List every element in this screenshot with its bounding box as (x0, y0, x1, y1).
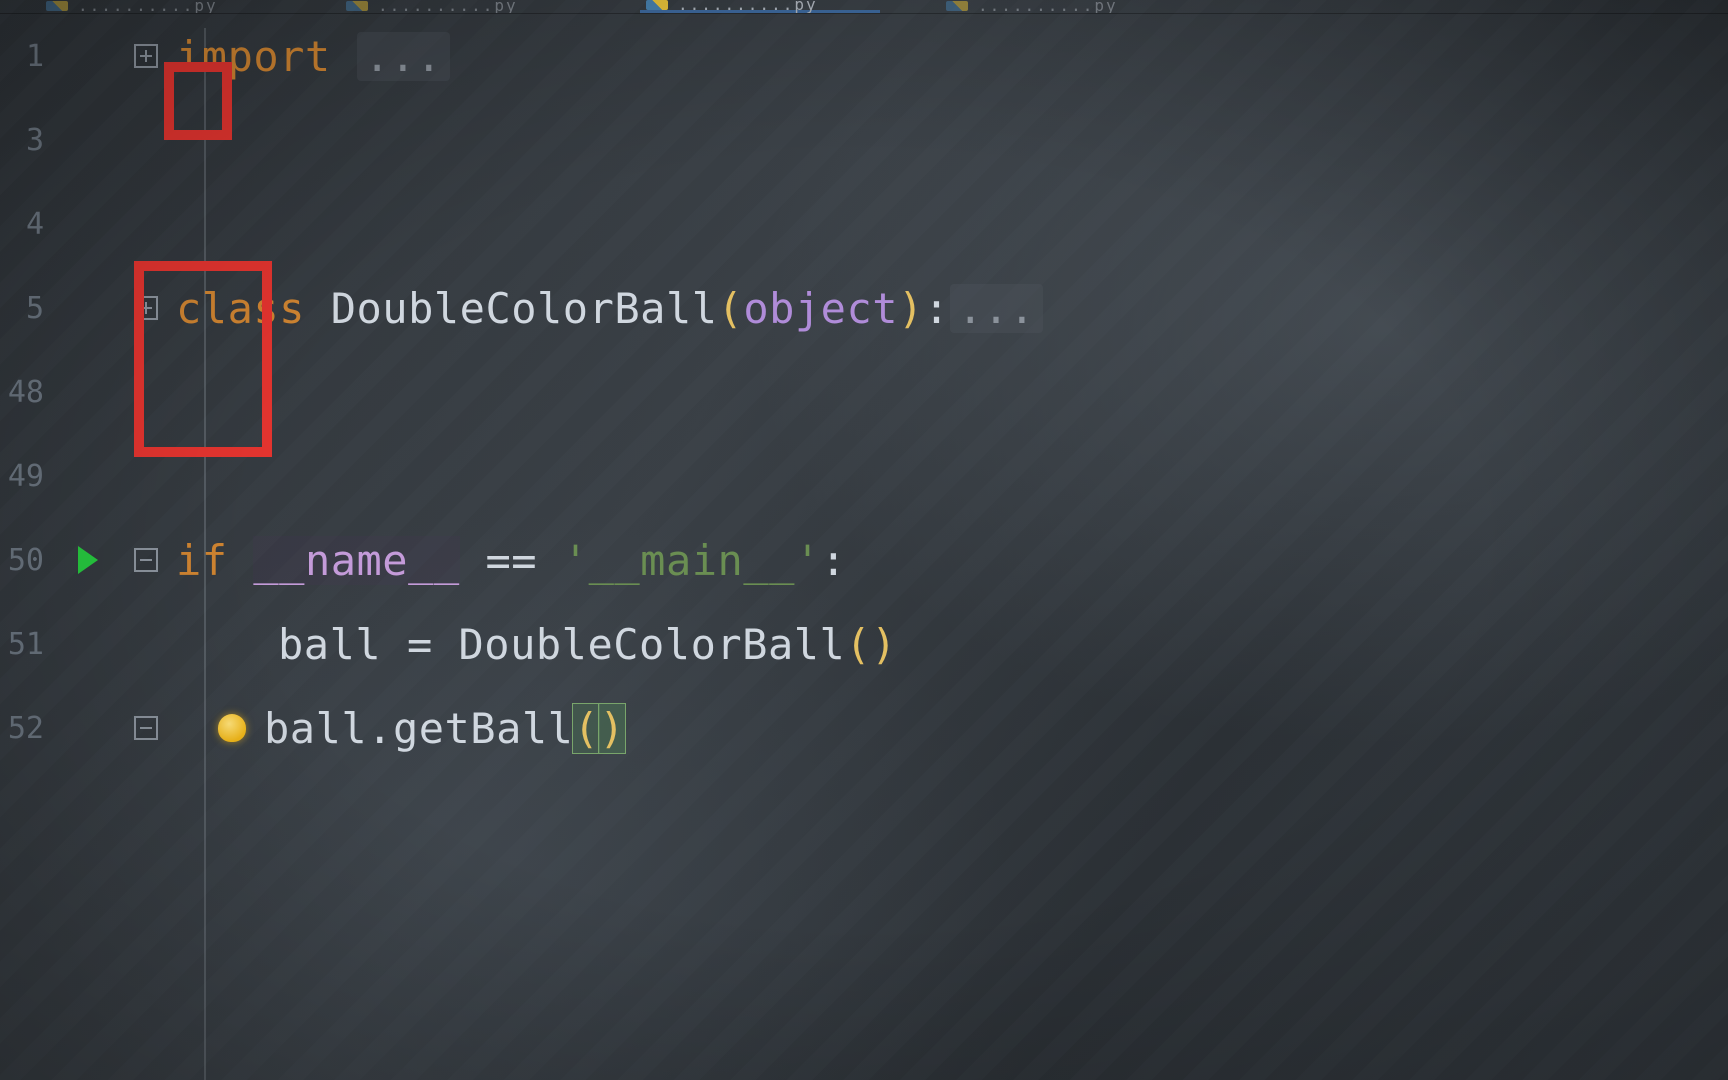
gutter (56, 434, 116, 518)
identifier-var: ball (278, 620, 381, 669)
collapse-icon (134, 548, 158, 572)
line-number: 4 (0, 207, 56, 242)
expand-icon (134, 44, 158, 68)
colon: : (821, 536, 847, 585)
fold-toggle[interactable] (116, 686, 176, 770)
fold-column (116, 434, 176, 518)
code-editor[interactable]: 1 import ... 3 4 5 class DoubleColorBall… (0, 14, 1728, 1080)
line-number: 50 (0, 543, 56, 578)
gutter (56, 14, 116, 98)
dot: . (367, 704, 393, 753)
gutter (56, 98, 116, 182)
lightbulb-icon[interactable] (218, 714, 246, 742)
line-number: 48 (0, 375, 56, 410)
keyword-if: if (176, 536, 228, 585)
line-number: 51 (0, 627, 56, 662)
expand-icon (134, 296, 158, 320)
gutter (56, 266, 116, 350)
code-line[interactable]: 4 (0, 182, 1728, 266)
line-number: 52 (0, 711, 56, 746)
identifier-class: DoubleColorBall (459, 620, 846, 669)
line-number: 5 (0, 291, 56, 326)
fold-column (116, 182, 176, 266)
tab-label: ..........py (678, 0, 818, 10)
fold-column (116, 350, 176, 434)
fold-ellipsis[interactable]: ... (357, 32, 450, 81)
python-icon (946, 1, 968, 11)
run-gutter[interactable] (56, 518, 116, 602)
keyword-class: class (176, 284, 305, 333)
code-line[interactable]: 51 ball = DoubleColorBall() (0, 602, 1728, 686)
gutter (56, 350, 116, 434)
paren-open: ( (845, 620, 871, 669)
line-number: 49 (0, 459, 56, 494)
fold-toggle[interactable] (116, 518, 176, 602)
python-icon (346, 1, 368, 11)
keyword-import: import (176, 32, 331, 81)
string-literal: '__main__' (563, 536, 821, 585)
tab-label: ..........py (978, 1, 1118, 11)
tab-label: ..........py (78, 1, 218, 11)
code-line[interactable]: 5 class DoubleColorBall(object):... (0, 266, 1728, 350)
whitespace (305, 284, 331, 333)
code-line[interactable]: 3 (0, 98, 1728, 182)
tab-label: ..........py (378, 1, 518, 11)
python-icon (646, 0, 668, 10)
fold-ellipsis[interactable]: ... (950, 284, 1043, 333)
gutter (56, 686, 116, 770)
identifier-param: object (743, 284, 898, 333)
gutter (56, 182, 116, 266)
tab-file-0[interactable]: ..........py (40, 0, 280, 13)
gutter (56, 602, 116, 686)
code-line[interactable]: 49 (0, 434, 1728, 518)
python-icon (46, 1, 68, 11)
tab-file-2[interactable]: ..........py (640, 0, 880, 13)
fold-toggle[interactable] (116, 14, 176, 98)
operator-eq: == (460, 536, 563, 585)
collapse-icon (134, 716, 158, 740)
line-number: 3 (0, 123, 56, 158)
code-line[interactable]: 50 if __name__ == '__main__': (0, 518, 1728, 602)
identifier-class: DoubleColorBall (331, 284, 718, 333)
tab-file-1[interactable]: ..........py (340, 0, 580, 13)
code-line[interactable]: 1 import ... (0, 14, 1728, 98)
operator-assign: = (381, 620, 458, 669)
tab-bar: ..........py ..........py ..........py .… (0, 0, 1728, 14)
whitespace (228, 536, 254, 585)
paren-close: ) (871, 620, 897, 669)
code-line[interactable]: 52 ball.getBall() (0, 686, 1728, 770)
play-icon (78, 546, 98, 574)
fold-column (116, 602, 176, 686)
fold-toggle[interactable] (116, 266, 176, 350)
identifier-var: ball (264, 704, 367, 753)
identifier-method: getBall (393, 704, 574, 753)
fold-column (116, 98, 176, 182)
paren-close: ) (599, 704, 625, 753)
paren-open: ( (573, 704, 599, 753)
code-line[interactable]: 48 (0, 350, 1728, 434)
paren-close: ) (898, 284, 924, 333)
dunder-name: __name__ (253, 536, 459, 585)
tab-file-3[interactable]: ..........py (940, 0, 1180, 13)
line-number: 1 (0, 39, 56, 74)
paren-open: ( (718, 284, 744, 333)
whitespace (331, 32, 357, 81)
colon: : (924, 284, 950, 333)
